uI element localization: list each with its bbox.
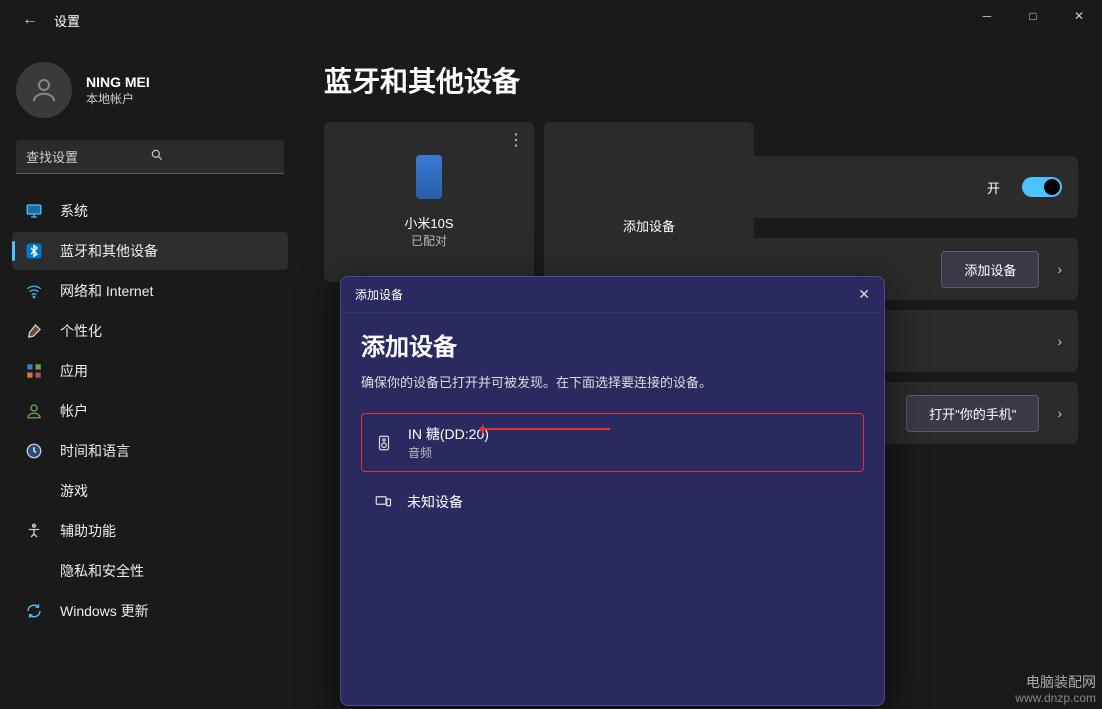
sidebar-item-label: 帐户 [60, 401, 88, 421]
toggle-label: 开 [987, 178, 1000, 197]
clock-icon [24, 441, 44, 461]
game-icon [24, 481, 44, 501]
wifi-icon [24, 281, 44, 301]
sidebar-item-system[interactable]: 系统 [12, 192, 288, 230]
chevron-right-icon[interactable]: › [1057, 261, 1062, 277]
sidebar-item-label: 系统 [60, 201, 88, 221]
access-icon [24, 521, 44, 541]
apps-icon [24, 361, 44, 381]
sidebar-item-label: 辅助功能 [60, 521, 116, 541]
update-icon [24, 601, 44, 621]
search-placeholder: 查找设置 [26, 147, 150, 166]
sidebar-item-personalization[interactable]: 个性化 [12, 312, 288, 350]
discovered-device-item[interactable]: IN 糖(DD:20)音频 [361, 413, 864, 472]
sidebar-item-label: 网络和 Internet [60, 281, 153, 301]
sidebar-item-accounts[interactable]: 帐户 [12, 392, 288, 430]
page-title: 蓝牙和其他设备 [324, 60, 1078, 100]
avatar [16, 62, 72, 118]
bluetooth-toggle[interactable] [1022, 177, 1062, 197]
maximize-button[interactable]: □ [1010, 0, 1056, 32]
sidebar: NING MEI 本地帐户 查找设置 系统蓝牙和其他设备网络和 Internet… [0, 40, 300, 709]
shield-icon [24, 561, 44, 581]
phone-icon [416, 155, 442, 199]
sidebar-item-privacy[interactable]: 隐私和安全性 [12, 552, 288, 590]
bluetooth-icon [24, 241, 44, 261]
minimize-button[interactable]: ─ [964, 0, 1010, 32]
user-block[interactable]: NING MEI 本地帐户 [16, 62, 284, 118]
paired-device-card[interactable]: ⋮ 小米10S 已配对 [324, 122, 534, 282]
add-device-button[interactable]: 添加设备 [941, 251, 1039, 288]
chevron-right-icon[interactable]: › [1057, 333, 1062, 349]
sidebar-item-bluetooth[interactable]: 蓝牙和其他设备 [12, 232, 288, 270]
monitor-icon [24, 201, 44, 221]
annotation-arrow [480, 428, 610, 430]
device-item-type: 音频 [408, 444, 489, 461]
sidebar-item-label: 时间和语言 [60, 441, 130, 461]
watermark: 电脑装配网 www.dnzp.com [1015, 674, 1096, 705]
dialog-title: 添加设备 [361, 327, 864, 362]
bluetooth-toggle-row[interactable]: 开 [640, 156, 1078, 218]
add-device-dialog: 添加设备 ✕ 添加设备 确保你的设备已打开并可被发现。在下面选择要连接的设备。 … [340, 276, 885, 706]
sidebar-item-label: Windows 更新 [60, 601, 149, 621]
your-phone-button[interactable]: 打开"你的手机" [906, 395, 1039, 432]
search-input[interactable]: 查找设置 [16, 140, 284, 174]
user-sub: 本地帐户 [86, 90, 150, 107]
discovered-device-item[interactable]: 未知设备 [361, 482, 864, 522]
more-icon[interactable]: ⋮ [508, 130, 524, 150]
device-icon [369, 493, 397, 511]
brush-icon [24, 321, 44, 341]
sidebar-item-update[interactable]: Windows 更新 [12, 592, 288, 630]
person-icon [24, 401, 44, 421]
search-icon [150, 148, 274, 165]
back-button[interactable]: ← [18, 11, 42, 29]
sidebar-item-label: 应用 [60, 361, 88, 381]
dialog-close-button[interactable]: ✕ [858, 286, 870, 303]
device-item-name: 未知设备 [407, 492, 463, 512]
sidebar-item-label: 个性化 [60, 321, 102, 341]
device-status: 已配对 [411, 232, 447, 249]
sidebar-item-label: 蓝牙和其他设备 [60, 241, 158, 261]
speaker-icon [370, 432, 398, 454]
sidebar-item-label: 隐私和安全性 [60, 561, 144, 581]
device-name: 小米10S [404, 213, 453, 232]
sidebar-item-accessibility[interactable]: 辅助功能 [12, 512, 288, 550]
close-button[interactable]: ✕ [1056, 0, 1102, 32]
sidebar-item-network[interactable]: 网络和 Internet [12, 272, 288, 310]
user-name: NING MEI [86, 74, 150, 90]
dialog-titlebar-text: 添加设备 [355, 286, 403, 303]
sidebar-item-time[interactable]: 时间和语言 [12, 432, 288, 470]
chevron-right-icon[interactable]: › [1057, 405, 1062, 421]
sidebar-item-apps[interactable]: 应用 [12, 352, 288, 390]
window-title: 设置 [54, 11, 80, 30]
sidebar-item-gaming[interactable]: 游戏 [12, 472, 288, 510]
add-device-label: 添加设备 [623, 216, 675, 235]
sidebar-item-label: 游戏 [60, 481, 88, 501]
dialog-subtitle: 确保你的设备已打开并可被发现。在下面选择要连接的设备。 [361, 372, 864, 391]
